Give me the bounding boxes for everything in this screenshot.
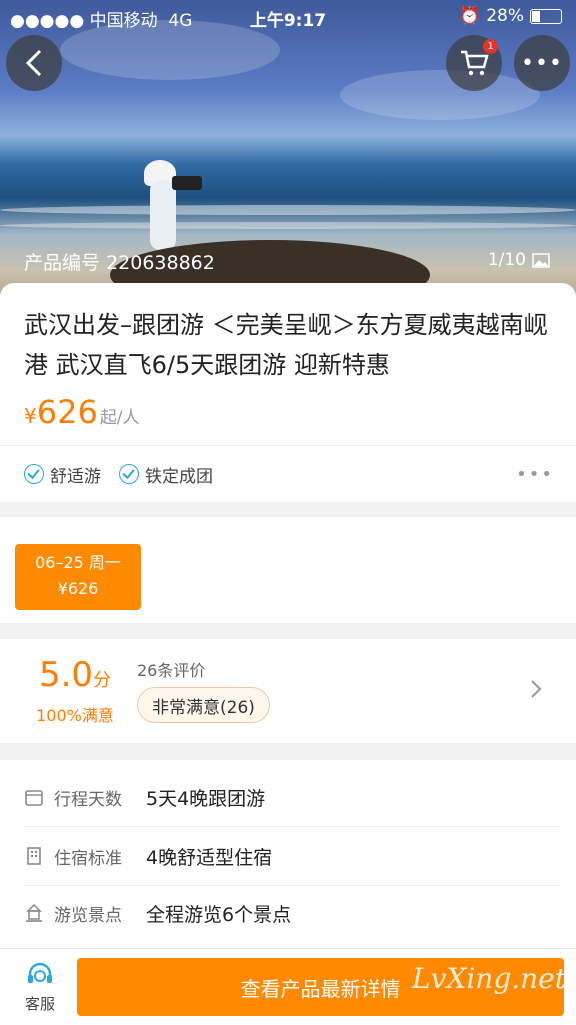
- calendar-icon: [25, 790, 43, 806]
- date-option-date: 06–25 周一: [35, 553, 121, 572]
- watermark: LvXing.net: [411, 962, 566, 995]
- cart-button[interactable]: 1: [446, 35, 502, 91]
- landmark-icon: [26, 903, 42, 922]
- rating-section[interactable]: 5.0分 100%满意 26条评价 非常满意(26): [0, 639, 576, 743]
- cart-badge: 1: [483, 39, 498, 54]
- customer-service-label: 客服: [24, 995, 55, 1013]
- more-dots-icon: •••: [521, 50, 563, 76]
- customer-service-button[interactable]: 客服: [14, 961, 66, 1014]
- chevron-right-icon: [531, 680, 542, 698]
- details-section: 行程天数 5天4晚跟团游 住宿标准 4晚舒适型住宿 游览景点 全程游览6个景点: [0, 760, 576, 948]
- more-tags-icon[interactable]: •••: [516, 464, 554, 485]
- gallery-indicator[interactable]: 1/10: [488, 250, 550, 270]
- detail-row-days: 行程天数 5天4晚跟团游: [24, 768, 560, 827]
- detail-value: 4晚舒适型住宿: [146, 846, 273, 869]
- detail-value: 全程游览6个景点: [146, 903, 292, 926]
- review-pill[interactable]: 非常满意(26): [137, 687, 270, 723]
- alarm-icon: ⏰: [459, 6, 481, 26]
- product-number-label: 产品编号: [24, 252, 101, 274]
- score-unit: 分: [93, 670, 112, 691]
- chevron-left-icon: [25, 49, 42, 77]
- detail-row-hotel: 住宿标准 4晚舒适型住宿: [24, 827, 560, 886]
- gallery-page: 1/10: [487, 250, 526, 270]
- price-unit: 起/人: [99, 408, 140, 428]
- product-price: ¥626 起/人: [0, 385, 576, 445]
- detail-label: 行程天数: [54, 789, 122, 810]
- product-title: 武汉出发–跟团游 ＜完美呈岘＞东方夏威夷越南岘港 武汉直飞6/5天跟团游 迎新特…: [24, 311, 548, 379]
- product-number-value: 220638862: [106, 252, 215, 274]
- status-bar: ●●●●● 中国移动 4G 上午9:17 ⏰ 28%: [0, 0, 576, 32]
- satisfaction-rate: 100%满意: [36, 706, 114, 725]
- product-number: 产品编号 220638862: [24, 248, 215, 275]
- tag-item: 铁定成团: [119, 462, 213, 487]
- tag-label: 舒适游: [50, 466, 101, 487]
- tag-row[interactable]: 舒适游 铁定成团 •••: [0, 445, 576, 502]
- tag-item: 舒适游: [24, 462, 101, 487]
- review-count: 26条评价: [137, 661, 206, 680]
- more-button[interactable]: •••: [514, 35, 570, 91]
- detail-row-sights: 游览景点 全程游览6个景点: [24, 884, 560, 942]
- detail-label: 游览景点: [54, 905, 122, 926]
- back-button[interactable]: [6, 35, 62, 91]
- battery-icon: [530, 8, 562, 24]
- currency-symbol: ¥: [24, 404, 37, 428]
- rating-score: 5.0分: [0, 655, 150, 695]
- battery-percent: 28%: [486, 6, 524, 26]
- cart-icon: [461, 50, 489, 76]
- detail-label: 住宿标准: [54, 848, 122, 869]
- headset-icon: [28, 962, 52, 983]
- tag-label: 铁定成团: [145, 466, 213, 487]
- date-option[interactable]: 06–25 周一 ¥626: [15, 544, 141, 610]
- score-value: 5.0: [38, 655, 94, 695]
- product-card: 武汉出发–跟团游 ＜完美呈岘＞东方夏威夷越南岘港 武汉直飞6/5天跟团游 迎新特…: [0, 283, 576, 502]
- date-section: 06–25 周一 ¥626: [0, 517, 576, 623]
- building-icon: [27, 847, 41, 865]
- check-circle-icon: [24, 464, 44, 484]
- date-option-price: ¥626: [57, 579, 99, 598]
- price-value: 626: [36, 393, 98, 431]
- check-circle-icon: [119, 464, 139, 484]
- image-icon: [532, 252, 550, 268]
- detail-value: 5天4晚跟团游: [146, 787, 266, 810]
